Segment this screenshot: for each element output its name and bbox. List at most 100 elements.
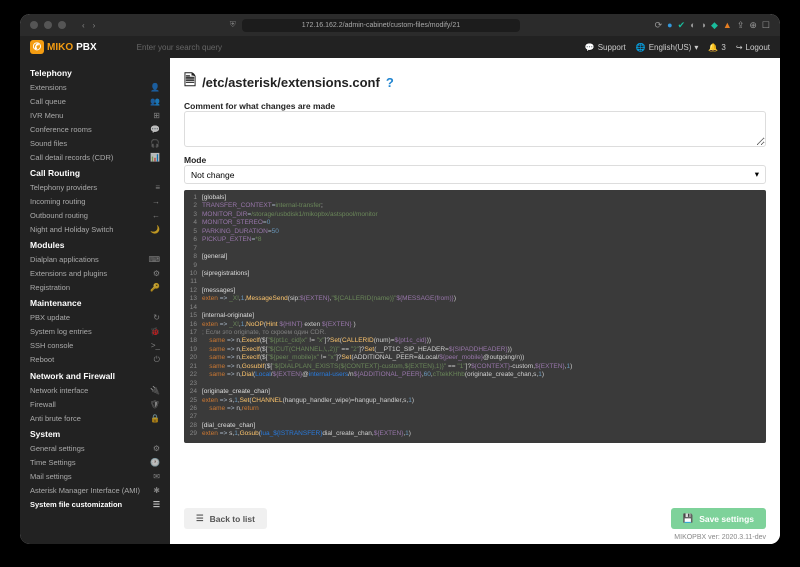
sidebar-item-icon: ⊞ <box>153 111 160 120</box>
code-line: 1[globals] <box>184 194 766 202</box>
code-line: 13exten => _X!,1,MessageSend(sip:${EXTEN… <box>184 295 766 303</box>
sidebar-item-icon: 🎧 <box>150 139 160 148</box>
sidebar-item-icon: 👤 <box>150 83 160 92</box>
ext-icon-4[interactable]: ◑ <box>701 20 706 30</box>
sidebar-item[interactable]: Call detail records (CDR)📊 <box>20 150 170 164</box>
code-line: 12[messages] <box>184 287 766 295</box>
logout-button[interactable]: ↪Logout <box>736 43 770 52</box>
code-line: 2TRANSFER_CONTEXT=internal-transfer; <box>184 202 766 210</box>
ext-icon-3[interactable]: ◐ <box>690 20 695 30</box>
sidebar-item[interactable]: System log entries🐞 <box>20 324 170 338</box>
sidebar-item[interactable]: Reboot⏻ <box>20 352 170 367</box>
sidebar-item-icon: ↻ <box>153 313 160 322</box>
sidebar-item[interactable]: Incoming routing→ <box>20 194 170 208</box>
sidebar-item[interactable]: Registration🔑 <box>20 280 170 294</box>
traffic-light-close[interactable] <box>30 21 38 29</box>
sidebar-item-icon: 💬 <box>150 125 160 134</box>
sidebar-item-icon: 🌙 <box>150 225 160 234</box>
lang-select[interactable]: 🌐English(US) ▾ <box>636 43 699 52</box>
traffic-light-min[interactable] <box>44 21 52 29</box>
search-input[interactable]: Enter your search query <box>137 43 465 52</box>
sidebar-heading: Call Routing <box>20 164 170 180</box>
sidebar-item-icon: ≡ <box>155 183 160 192</box>
sidebar-item[interactable]: Telephony providers≡ <box>20 180 170 194</box>
code-line: 21 same => n,GosubIf($["${DIALPLAN_EXIST… <box>184 363 766 371</box>
phone-icon: ✆ <box>30 40 44 54</box>
support-link[interactable]: 💬Support <box>585 43 626 52</box>
sidebar-item[interactable]: Extensions👤 <box>20 80 170 94</box>
sidebar-heading: Network and Firewall <box>20 367 170 383</box>
sidebar-item[interactable]: Night and Holiday Switch🌙 <box>20 222 170 236</box>
reload-icon[interactable]: ⟳ <box>655 20 663 31</box>
share-icon[interactable]: ⇪ <box>737 20 745 31</box>
code-line: 18 same => n,ExecIf($["${pt1c_cid}x" != … <box>184 337 766 345</box>
sidebar-item[interactable]: Outbound routing← <box>20 208 170 222</box>
newtab-icon[interactable]: ☐ <box>762 20 770 31</box>
sidebar-item[interactable]: Sound files🎧 <box>20 136 170 150</box>
tabs-icon[interactable]: ⊕ <box>749 20 757 31</box>
notif-button[interactable]: 🔔3 <box>708 43 725 52</box>
traffic-light-max[interactable] <box>58 21 66 29</box>
ext-icon-6[interactable]: ▲ <box>723 20 732 30</box>
sidebar-heading: Telephony <box>20 64 170 80</box>
code-line: 24[originate_create_chan] <box>184 388 766 396</box>
sidebar-item[interactable]: PBX update↻ <box>20 310 170 324</box>
code-line: 11 <box>184 278 766 286</box>
nav-back-icon[interactable]: ‹ <box>82 21 85 30</box>
sidebar-item[interactable]: Time Settings🕐 <box>20 455 170 469</box>
sidebar-item-icon: → <box>152 197 160 206</box>
sidebar-item[interactable]: Asterisk Manager Interface (AMI)✱ <box>20 483 170 497</box>
code-line: 22 same => n,Dial(Local/${EXTEN}@interna… <box>184 371 766 379</box>
save-button[interactable]: 💾 Save settings <box>671 508 766 529</box>
code-line: 28[dial_create_chan] <box>184 422 766 430</box>
url-bar[interactable]: 172.16.162.2/admin-cabinet/custom-files/… <box>242 19 520 32</box>
sidebar-item[interactable]: Firewall🛡 <box>20 397 170 411</box>
code-line: 6PICKUP_EXTEN=*8 <box>184 236 766 244</box>
sidebar-item-icon: 🔒 <box>150 414 160 423</box>
back-button[interactable]: ☰ Back to list <box>184 508 267 529</box>
ext-icon-5[interactable]: ◆ <box>711 20 718 31</box>
sidebar-item[interactable]: Extensions and plugins⚙ <box>20 266 170 280</box>
sidebar-item[interactable]: Anti brute force🔒 <box>20 411 170 425</box>
logo-text-b: PBX <box>76 42 97 53</box>
sidebar-item[interactable]: Dialplan applications⌨ <box>20 252 170 266</box>
mode-label: Mode <box>184 155 766 165</box>
code-line: 19 same => n,ExecIf($["${CUT(CHANNEL,\,,… <box>184 346 766 354</box>
code-line: 5PARKING_DURATION=50 <box>184 228 766 236</box>
sidebar-item-icon: ⚙ <box>153 444 160 453</box>
sidebar-item-icon: ⏻ <box>154 355 160 365</box>
nav-fwd-icon[interactable]: › <box>93 21 96 30</box>
sidebar-item[interactable]: Call queue👥 <box>20 94 170 108</box>
sidebar: TelephonyExtensions👤Call queue👥IVR Menu⊞… <box>20 58 170 544</box>
comment-textarea[interactable] <box>184 111 766 147</box>
sidebar-item[interactable]: Conference rooms💬 <box>20 122 170 136</box>
sidebar-item[interactable]: SSH console>_ <box>20 338 170 352</box>
help-icon[interactable]: ? <box>386 75 394 90</box>
sidebar-item[interactable]: IVR Menu⊞ <box>20 108 170 122</box>
app-window: ‹ › ⛨ 172.16.162.2/admin-cabinet/custom-… <box>20 14 780 544</box>
sidebar-item[interactable]: General settings⚙ <box>20 441 170 455</box>
sidebar-item-icon: ⌨ <box>148 255 160 264</box>
sidebar-heading: Modules <box>20 236 170 252</box>
sidebar-item-icon: >_ <box>151 341 160 350</box>
code-line: 27 <box>184 413 766 421</box>
code-line: 10[sipregistrations] <box>184 270 766 278</box>
ext-icon-1[interactable]: ● <box>667 20 672 30</box>
sidebar-item-icon: ☰ <box>153 500 160 509</box>
main: TelephonyExtensions👤Call queue👥IVR Menu⊞… <box>20 58 780 544</box>
comment-label: Comment for what changes are made <box>184 101 766 111</box>
logo[interactable]: ✆ MIKOPBX <box>30 40 97 54</box>
footer-version: MIKOPBX ver: 2020.3.11-dev <box>170 531 780 544</box>
globe-icon: 🌐 <box>636 43 646 52</box>
code-line: 7 <box>184 245 766 253</box>
code-line: 23 <box>184 380 766 388</box>
sidebar-heading: Maintenance <box>20 294 170 310</box>
code-line: 25exten => s,1,Set(CHANNEL(hangup_handle… <box>184 397 766 405</box>
sidebar-item[interactable]: Mail settings✉ <box>20 469 170 483</box>
sidebar-item[interactable]: Network interface🔌 <box>20 383 170 397</box>
ext-icon-2[interactable]: ✔ <box>678 20 686 31</box>
mode-select[interactable]: Not change ▾ <box>184 165 766 184</box>
code-editor[interactable]: 1[globals]2TRANSFER_CONTEXT=internal-tra… <box>184 190 766 443</box>
sidebar-item[interactable]: System file customization☰ <box>20 497 170 511</box>
actions: ☰ Back to list 💾 Save settings <box>170 502 780 531</box>
